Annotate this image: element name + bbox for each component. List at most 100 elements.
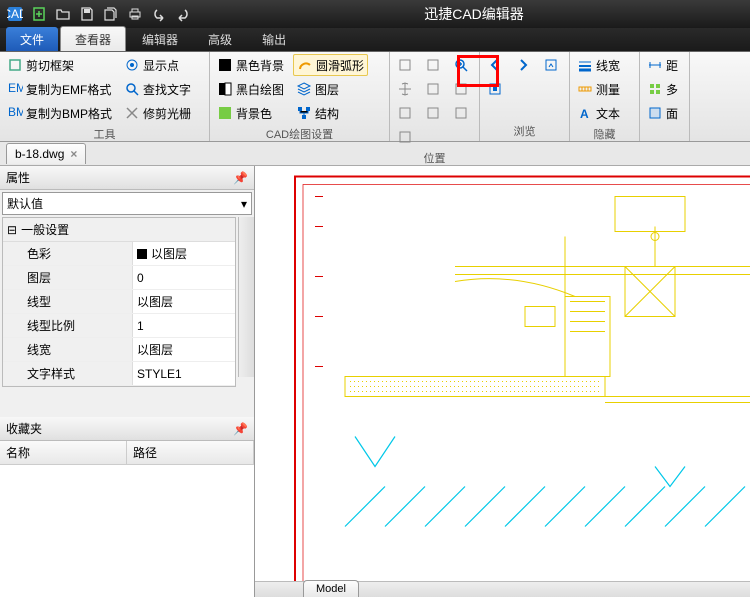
ribbon-group: 浏览 [480, 52, 570, 141]
多-button[interactable]: 多 [644, 78, 681, 100]
tab-viewer[interactable]: 查看器 [60, 26, 126, 51]
pos1-button[interactable] [394, 54, 416, 76]
arc-icon [297, 57, 313, 73]
property-row[interactable]: 线型比例1 [3, 314, 235, 338]
new-icon[interactable] [28, 3, 50, 25]
tab-advanced[interactable]: 高级 [194, 27, 246, 51]
黑白绘图-button[interactable]: 黑白绘图 [214, 78, 287, 100]
pos5-button[interactable] [422, 102, 444, 124]
修剪光栅-button[interactable]: 修剪光栅 [121, 102, 194, 124]
距-button[interactable]: 距 [644, 54, 681, 76]
pos2-button[interactable] [422, 54, 444, 76]
pin-icon[interactable]: 📌 [233, 171, 248, 185]
emf-icon: EMF [7, 81, 23, 97]
nav-up-button[interactable] [540, 54, 562, 76]
find-icon [124, 81, 140, 97]
property-grid[interactable]: ⊟一般设置 色彩以图层图层0线型以图层线型比例1线宽以图层文字样式STYLE1 [2, 217, 236, 387]
favorites-list[interactable] [0, 465, 254, 597]
pos5-icon [425, 105, 441, 121]
cad-logo-icon[interactable]: CAD [4, 3, 26, 25]
nav-left-icon [487, 57, 503, 73]
document-name: b-18.dwg [15, 147, 64, 161]
cad-drawing [255, 166, 750, 597]
zoomin-icon [453, 57, 469, 73]
pin-icon[interactable]: 📌 [233, 422, 248, 436]
线宽-button[interactable]: 线宽 [574, 54, 623, 76]
trim-icon [124, 105, 140, 121]
default-dropdown[interactable]: 默认值▾ [2, 192, 252, 215]
group-title: CAD绘图设置 [214, 124, 385, 144]
zoomwin-button[interactable] [394, 102, 416, 124]
property-row[interactable]: 线宽以图层 [3, 338, 235, 362]
复制为BMP格式-button[interactable]: BMP复制为BMP格式 [4, 102, 115, 124]
pos4-button[interactable] [450, 78, 472, 100]
print-icon[interactable] [124, 3, 146, 25]
redo-icon[interactable] [172, 3, 194, 25]
tab-editor[interactable]: 编辑器 [128, 27, 192, 51]
group-title: 隐藏 [574, 124, 635, 144]
nav-left-button[interactable] [484, 54, 506, 76]
zoomext-button[interactable] [394, 126, 416, 148]
svg-text:CAD: CAD [7, 7, 23, 21]
圆滑弧形-button[interactable]: 圆滑弧形 [293, 54, 368, 76]
properties-title: 属性 📌 [0, 166, 254, 190]
结构-button[interactable]: 结构 [293, 102, 368, 124]
document-tab[interactable]: b-18.dwg × [6, 143, 86, 164]
favorites-header: 名称 路径 [0, 441, 254, 465]
property-row[interactable]: 图层0 [3, 266, 235, 290]
collapse-icon[interactable]: ⊟ [7, 223, 17, 237]
pos4-icon [453, 81, 469, 97]
measure-icon [577, 81, 593, 97]
property-row[interactable]: 线型以图层 [3, 290, 235, 314]
prop-category[interactable]: ⊟一般设置 [3, 218, 235, 242]
property-row[interactable]: 文字样式STYLE1 [3, 362, 235, 386]
ribbon-group: 线宽测量A文本隐藏 [570, 52, 640, 141]
黑色背景-button[interactable]: 黑色背景 [214, 54, 287, 76]
close-doc-icon[interactable]: × [70, 147, 77, 161]
pos6-button[interactable] [450, 102, 472, 124]
zoomext-icon [397, 129, 413, 145]
zoomwin-icon [397, 105, 413, 121]
tab-output[interactable]: 输出 [248, 27, 300, 51]
背景色-button[interactable]: 背景色 [214, 102, 287, 124]
pan-button[interactable] [394, 78, 416, 100]
查找文字-button[interactable]: 查找文字 [121, 78, 194, 100]
drawing-canvas[interactable]: Model [255, 166, 750, 597]
scrollbar-v[interactable] [238, 217, 254, 377]
group-title: 浏览 [484, 121, 565, 141]
pos2-icon [425, 57, 441, 73]
pos3-button[interactable] [422, 78, 444, 100]
model-tab[interactable]: Model [303, 580, 359, 597]
app-title: 迅捷CAD编辑器 [198, 4, 750, 24]
left-panel: 属性 📌 默认值▾ ⊟一般设置 色彩以图层图层0线型以图层线型比例1线宽以图层文… [0, 166, 255, 597]
复制为EMF格式-button[interactable]: EMF复制为EMF格式 [4, 78, 115, 100]
图层-button[interactable]: 图层 [293, 78, 368, 100]
group-title [644, 137, 685, 141]
quick-access-toolbar: CAD [0, 3, 198, 25]
显示点-button[interactable]: 显示点 [121, 54, 194, 76]
nav-right-button[interactable] [512, 54, 534, 76]
point-icon [124, 57, 140, 73]
favorites-title: 收藏夹 📌 [0, 417, 254, 441]
main-area: 属性 📌 默认值▾ ⊟一般设置 色彩以图层图层0线型以图层线型比例1线宽以图层文… [0, 166, 750, 597]
zoomin-button[interactable] [450, 54, 472, 76]
剪切框架-button[interactable]: 剪切框架 [4, 54, 115, 76]
document-tabs: b-18.dwg × [0, 142, 750, 166]
nav-ext-icon [487, 81, 503, 97]
property-row[interactable]: 色彩以图层 [3, 242, 235, 266]
undo-icon[interactable] [148, 3, 170, 25]
测量-button[interactable]: 测量 [574, 78, 623, 100]
pos6-icon [453, 105, 469, 121]
save-icon[interactable] [76, 3, 98, 25]
open-icon[interactable] [52, 3, 74, 25]
saveall-icon[interactable] [100, 3, 122, 25]
文本-button[interactable]: A文本 [574, 102, 623, 124]
svg-text:BMP: BMP [8, 105, 23, 119]
fav-col-path[interactable]: 路径 [127, 441, 254, 464]
fav-col-name[interactable]: 名称 [0, 441, 127, 464]
nav-ext-button[interactable] [484, 78, 506, 100]
面-button[interactable]: 面 [644, 102, 681, 124]
ribbon-group: 距多面 [640, 52, 690, 141]
tab-file[interactable]: 文件 [6, 27, 58, 51]
color-swatch [137, 249, 147, 259]
